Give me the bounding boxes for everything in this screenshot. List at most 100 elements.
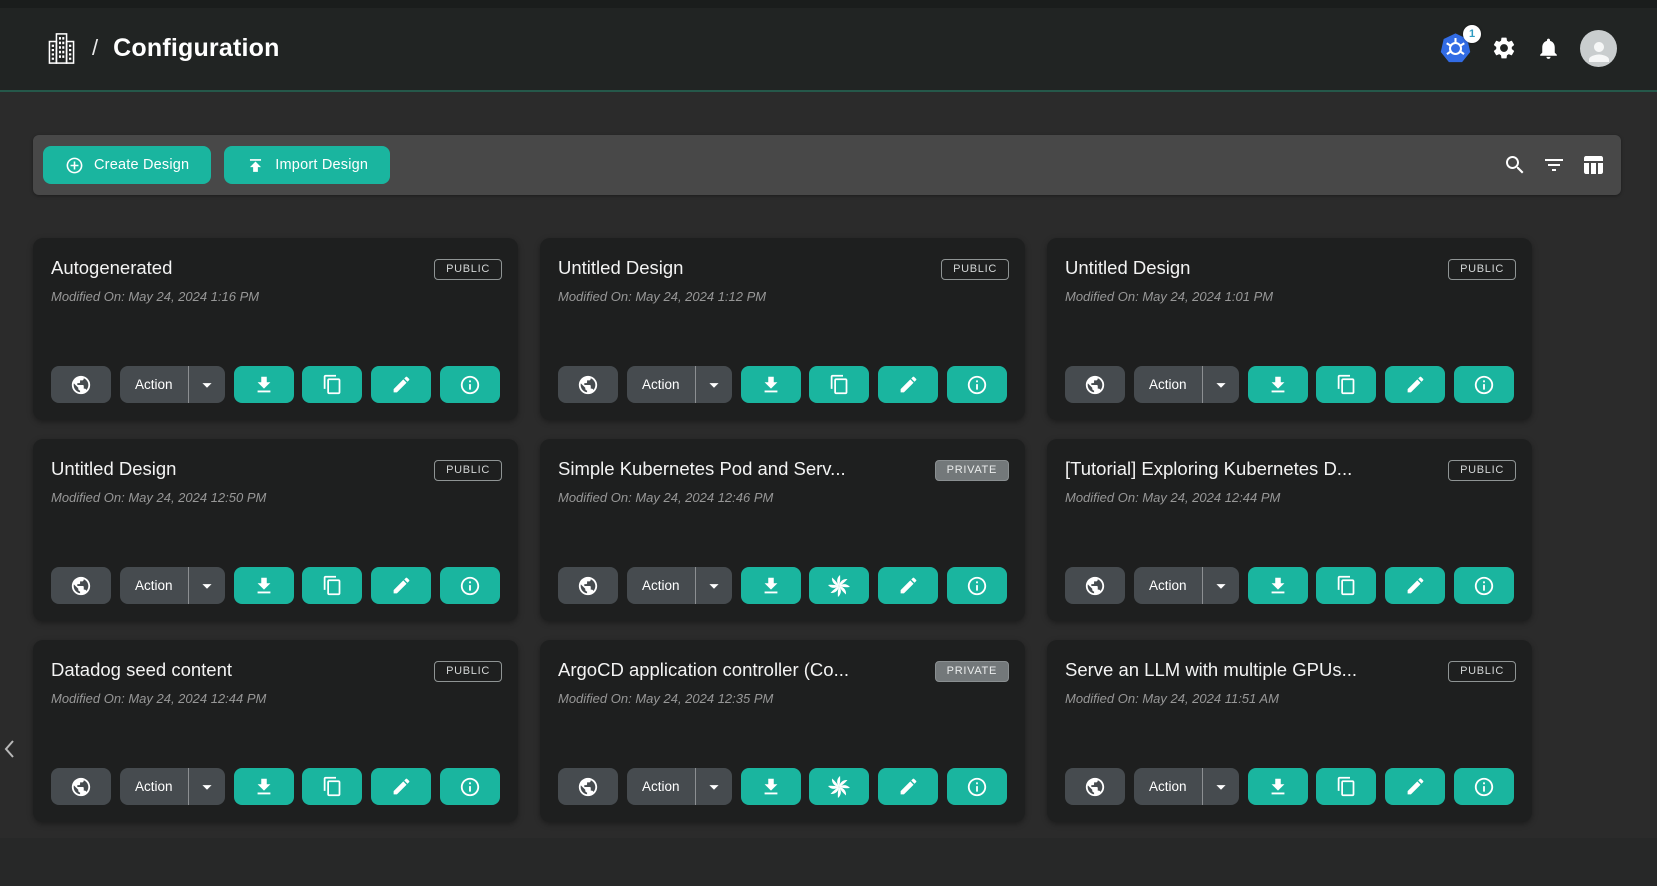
person-icon [1584,37,1614,67]
action-button[interactable]: Action [1134,567,1202,604]
visibility-globe-button[interactable] [51,366,111,403]
filter-button[interactable] [1542,153,1566,177]
copy-button[interactable] [302,768,362,805]
modified-date: Modified On: May 24, 2024 1:12 PM [558,289,1007,304]
visibility-globe-button[interactable] [1065,567,1125,604]
action-button[interactable]: Action [627,768,695,805]
info-button[interactable] [440,567,500,604]
design-card: Serve an LLM with multiple GPUs... PUBLI… [1047,640,1532,822]
pencil-icon [1405,575,1426,596]
action-button[interactable]: Action [120,567,188,604]
action-split-button: Action [627,366,732,403]
visibility-globe-button[interactable] [558,567,618,604]
edit-button[interactable] [371,366,431,403]
download-button[interactable] [741,567,801,604]
download-icon [1267,374,1289,396]
caret-down-icon [196,776,218,798]
edit-button[interactable] [878,366,938,403]
copy-button[interactable] [302,567,362,604]
visibility-globe-button[interactable] [558,768,618,805]
kubernetes-context-button[interactable]: 1 [1439,32,1472,65]
action-split-button: Action [1134,768,1239,805]
copy-button[interactable] [809,366,869,403]
download-button[interactable] [741,366,801,403]
globe-icon [1084,776,1106,798]
create-design-button[interactable]: Create Design [43,146,211,184]
search-button[interactable] [1503,153,1527,177]
visibility-globe-button[interactable] [51,768,111,805]
copy-button[interactable] [302,366,362,403]
action-button[interactable]: Action [1134,768,1202,805]
action-button[interactable]: Action [1134,366,1202,403]
action-dropdown-caret[interactable] [188,768,225,805]
download-button[interactable] [1248,768,1308,805]
edit-button[interactable] [1385,567,1445,604]
edit-button[interactable] [878,768,938,805]
action-dropdown-caret[interactable] [1202,567,1239,604]
copy-button[interactable] [1316,366,1376,403]
download-button[interactable] [234,768,294,805]
design-title: Serve an LLM with multiple GPUs... [1065,659,1433,681]
download-button[interactable] [1248,366,1308,403]
sidebar-collapse-chevron[interactable] [2,737,17,764]
info-icon [459,575,481,597]
globe-icon [577,374,599,396]
copy-icon [829,374,850,395]
download-button[interactable] [741,768,801,805]
action-split-button: Action [1134,366,1239,403]
info-button[interactable] [947,768,1007,805]
action-dropdown-caret[interactable] [188,567,225,604]
user-avatar[interactable] [1580,30,1617,67]
edit-button[interactable] [371,768,431,805]
action-dropdown-caret[interactable] [188,366,225,403]
edit-button[interactable] [371,567,431,604]
edit-button[interactable] [1385,768,1445,805]
action-button[interactable]: Action [120,366,188,403]
visibility-globe-button[interactable] [558,366,618,403]
action-dropdown-caret[interactable] [695,768,732,805]
action-button[interactable]: Action [627,567,695,604]
action-dropdown-caret[interactable] [695,567,732,604]
card-action-row: Action [1065,768,1514,805]
info-icon [1473,575,1495,597]
globe-icon [1084,374,1106,396]
action-dropdown-caret[interactable] [1202,768,1239,805]
action-button[interactable]: Action [627,366,695,403]
spiral-button[interactable] [809,567,869,604]
spiral-button[interactable] [809,768,869,805]
download-button[interactable] [1248,567,1308,604]
action-split-button: Action [120,366,225,403]
info-button[interactable] [440,366,500,403]
action-button[interactable]: Action [120,768,188,805]
download-button[interactable] [234,366,294,403]
info-button[interactable] [1454,768,1514,805]
action-dropdown-caret[interactable] [1202,366,1239,403]
visibility-badge: PUBLIC [941,259,1009,280]
download-icon [1267,575,1289,597]
settings-button[interactable] [1491,35,1517,61]
copy-button[interactable] [1316,567,1376,604]
action-dropdown-caret[interactable] [695,366,732,403]
table-view-button[interactable] [1581,153,1605,177]
visibility-globe-button[interactable] [1065,768,1125,805]
visibility-globe-button[interactable] [1065,366,1125,403]
action-split-button: Action [120,768,225,805]
info-button[interactable] [1454,366,1514,403]
building-icon[interactable] [46,32,77,65]
copy-button[interactable] [1316,768,1376,805]
notifications-button[interactable] [1536,36,1561,61]
pencil-icon [1405,776,1426,797]
info-button[interactable] [947,567,1007,604]
edit-button[interactable] [1385,366,1445,403]
import-design-button[interactable]: Import Design [224,146,390,184]
action-split-button: Action [627,768,732,805]
info-button[interactable] [440,768,500,805]
download-button[interactable] [234,567,294,604]
download-icon [253,575,275,597]
designs-grid: Autogenerated PUBLIC Modified On: May 24… [33,238,1532,822]
info-button[interactable] [947,366,1007,403]
edit-button[interactable] [878,567,938,604]
visibility-globe-button[interactable] [51,567,111,604]
info-button[interactable] [1454,567,1514,604]
table-view-icon [1581,153,1605,177]
